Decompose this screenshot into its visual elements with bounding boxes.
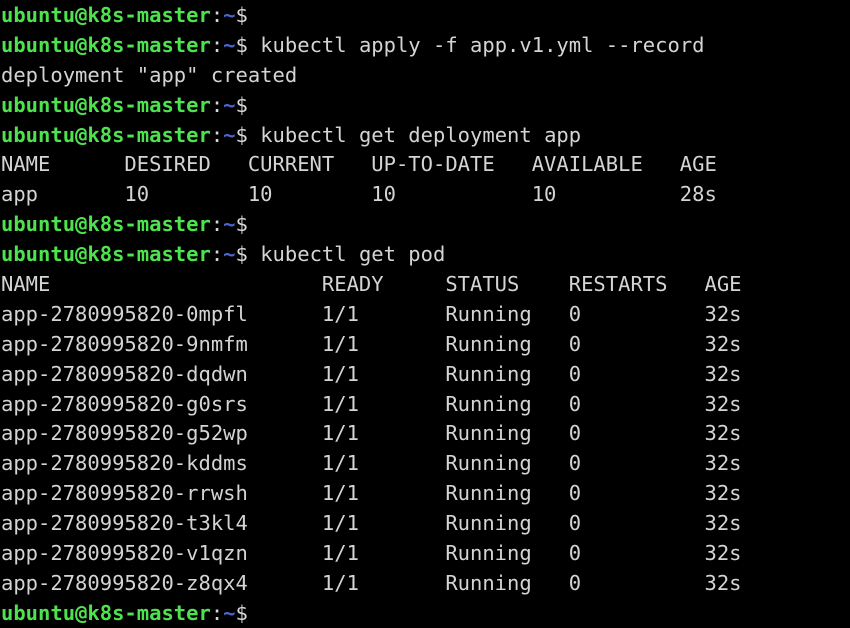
terminal-command-text[interactable]: kubectl get pod: [248, 242, 445, 266]
prompt-dollar-sign: $: [235, 212, 248, 237]
terminal-screen[interactable]: ubuntu@k8s-master:~$ ubuntu@k8s-master:~$…: [0, 0, 850, 628]
terminal-prompt-line: ubuntu@k8s-master:~$: [1, 210, 850, 240]
prompt-user-host: ubuntu@k8s-master: [1, 212, 211, 237]
prompt-path: ~: [223, 92, 236, 117]
terminal-prompt-line: ubuntu@k8s-master:~$ kubectl get deploym…: [1, 121, 850, 151]
prompt-dollar-sign: $: [235, 3, 248, 27]
terminal-window[interactable]: ubuntu@k8s-master:~$ ubuntu@k8s-master:~$…: [0, 0, 850, 628]
prompt-path: ~: [223, 3, 236, 27]
terminal-output-text: app-2780995820-rrwsh 1/1 Running 0 32s: [1, 481, 742, 506]
prompt-dollar-sign: $: [235, 600, 248, 625]
prompt-dollar-sign: $: [235, 92, 248, 117]
prompt-dollar-sign: $: [235, 242, 248, 267]
prompt-path: ~: [223, 212, 236, 237]
prompt-user-host: ubuntu@k8s-master: [1, 122, 211, 147]
prompt-dollar-sign: $: [235, 32, 248, 57]
prompt-user-host: ubuntu@k8s-master: [1, 32, 211, 57]
prompt-path: ~: [223, 122, 236, 147]
terminal-prompt-line: ubuntu@k8s-master:~$ kubectl get pod: [1, 240, 850, 270]
prompt-colon: :: [210, 600, 224, 625]
terminal-output-line: app-2780995820-9nmfm 1/1 Running 0 32s: [1, 330, 850, 360]
prompt-colon: :: [210, 242, 224, 267]
prompt-colon: :: [210, 122, 224, 147]
terminal-output-text: NAME READY STATUS RESTARTS AGE: [1, 272, 742, 297]
terminal-prompt-line: ubuntu@k8s-master:~$: [1, 1, 850, 31]
terminal-output-line: app-2780995820-t3kl4 1/1 Running 0 32s: [1, 509, 850, 539]
terminal-output-text: NAME DESIRED CURRENT UP-TO-DATE AVAILABL…: [1, 152, 717, 177]
prompt-user-host: ubuntu@k8s-master: [1, 3, 211, 27]
terminal-output-line: app-2780995820-v1qzn 1/1 Running 0 32s: [1, 539, 850, 569]
prompt-path: ~: [223, 600, 236, 625]
terminal-command-text[interactable]: kubectl get deployment app: [248, 123, 581, 147]
terminal-output-line: app 10 10 10 10 28s: [1, 180, 850, 210]
terminal-output-line: app-2780995820-dqdwn 1/1 Running 0 32s: [1, 360, 850, 390]
terminal-prompt-line: ubuntu@k8s-master:~$: [1, 91, 850, 121]
prompt-path: ~: [223, 242, 236, 267]
prompt-colon: :: [210, 3, 224, 27]
terminal-output-line: NAME READY STATUS RESTARTS AGE: [1, 270, 850, 300]
terminal-output-text: app-2780995820-t3kl4 1/1 Running 0 32s: [1, 511, 742, 536]
prompt-user-host: ubuntu@k8s-master: [1, 600, 211, 625]
terminal-command-text[interactable]: kubectl apply -f app.v1.yml --record: [248, 33, 704, 57]
terminal-output-line: app-2780995820-0mpfl 1/1 Running 0 32s: [1, 300, 850, 330]
terminal-output-text: app-2780995820-dqdwn 1/1 Running 0 32s: [1, 361, 742, 386]
prompt-dollar-sign: $: [235, 122, 248, 147]
terminal-output-text: app-2780995820-9nmfm 1/1 Running 0 32s: [1, 331, 742, 356]
prompt-user-host: ubuntu@k8s-master: [1, 92, 211, 117]
terminal-output-text: app-2780995820-g0srs 1/1 Running 0 32s: [1, 391, 742, 416]
terminal-output-text: app-2780995820-kddms 1/1 Running 0 32s: [1, 451, 742, 476]
terminal-output-line: deployment "app" created: [1, 61, 850, 91]
terminal-output-text: app-2780995820-0mpfl 1/1 Running 0 32s: [1, 301, 742, 326]
prompt-path: ~: [223, 32, 236, 57]
terminal-output-text: app-2780995820-z8qx4 1/1 Running 0 32s: [1, 570, 742, 595]
prompt-user-host: ubuntu@k8s-master: [1, 242, 211, 267]
terminal-output-line: app-2780995820-g0srs 1/1 Running 0 32s: [1, 390, 850, 420]
terminal-output-line: app-2780995820-rrwsh 1/1 Running 0 32s: [1, 479, 850, 509]
prompt-colon: :: [210, 212, 224, 237]
terminal-output-line: NAME DESIRED CURRENT UP-TO-DATE AVAILABL…: [1, 150, 850, 180]
terminal-output-text: app-2780995820-v1qzn 1/1 Running 0 32s: [1, 541, 742, 566]
terminal-prompt-line: ubuntu@k8s-master:~$ kubectl apply -f ap…: [1, 31, 850, 61]
terminal-output-text: app 10 10 10 10 28s: [1, 182, 717, 207]
terminal-output-line: app-2780995820-kddms 1/1 Running 0 32s: [1, 449, 850, 479]
terminal-output-text: deployment "app" created: [1, 62, 298, 87]
terminal-output-text: app-2780995820-g52wp 1/1 Running 0 32s: [1, 421, 742, 446]
prompt-colon: :: [210, 32, 224, 57]
prompt-colon: :: [210, 92, 224, 117]
terminal-prompt-line: ubuntu@k8s-master:~$: [1, 599, 850, 628]
terminal-output-line: app-2780995820-z8qx4 1/1 Running 0 32s: [1, 569, 850, 599]
terminal-output-line: app-2780995820-g52wp 1/1 Running 0 32s: [1, 419, 850, 449]
